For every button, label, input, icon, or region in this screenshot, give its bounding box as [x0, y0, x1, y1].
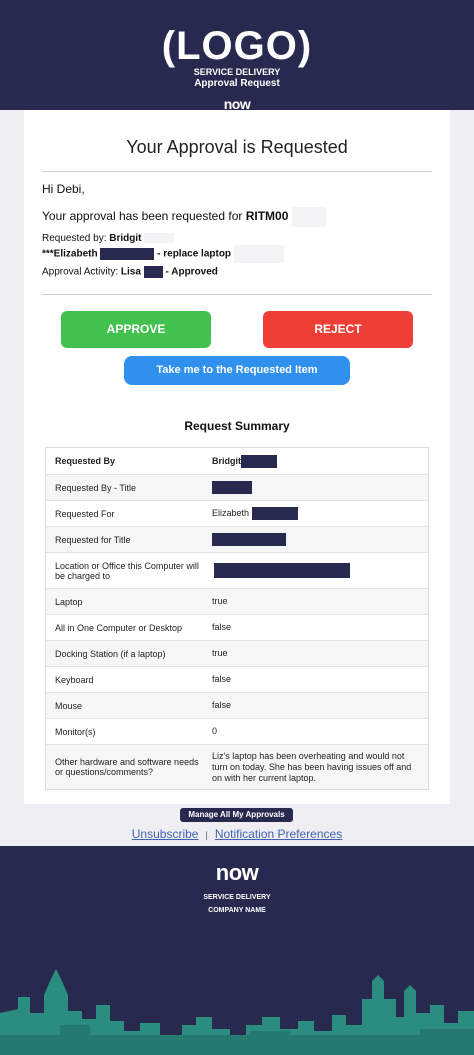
link-separator: |: [205, 830, 208, 840]
item-prefix: ***Elizabeth: [42, 248, 98, 260]
table-row: Keyboard false: [46, 666, 428, 692]
activity-status: - Approved: [162, 266, 218, 278]
ritm-number: RITM00: [245, 209, 289, 224]
requested-by-redaction: [144, 233, 175, 244]
details-divider: [42, 294, 432, 295]
unsubscribe-link[interactable]: Unsubscribe: [132, 827, 199, 841]
table-row: Monitor(s) 0: [46, 718, 428, 744]
card-title: Your Approval is Requested: [126, 137, 348, 157]
row-value: Bridgit: [212, 455, 241, 466]
city-skyline-illustration: [0, 969, 474, 1055]
request-summary-table: Requested By Bridgit Requested By - Titl…: [45, 447, 429, 790]
item-ghost: [233, 245, 284, 263]
row-value-cell: [205, 475, 428, 500]
activity-line: Approval Activity: Lisa - Approved: [42, 266, 218, 278]
requested-by-line: Requested by: Bridgit: [42, 233, 175, 244]
header-service-delivery: SERVICE DELIVERY: [193, 67, 281, 77]
row-value: true: [212, 648, 228, 658]
value-redaction: [214, 563, 350, 578]
table-row: Location or Office this Computer will be…: [46, 552, 428, 588]
row-label: Requested By: [55, 456, 116, 466]
table-row: Other hardware and software needs or que…: [46, 744, 428, 789]
notification-preferences-link[interactable]: Notification Preferences: [215, 827, 342, 841]
item-suffix: - replace laptop: [154, 248, 232, 260]
row-label: Other hardware and software needs or que…: [55, 757, 199, 777]
row-label: Laptop: [55, 596, 83, 607]
row-value-cell: Bridgit: [205, 448, 428, 474]
row-label: Monitor(s): [55, 726, 96, 737]
row-value: false: [212, 700, 232, 710]
activity-label: Approval Activity:: [42, 266, 121, 278]
reject-button[interactable]: REJECT: [263, 311, 413, 348]
row-label: Requested For: [55, 508, 115, 519]
row-label: Requested By - Title: [55, 482, 137, 493]
requested-by-name: Bridgit: [109, 233, 142, 244]
request-summary-title: Request Summary: [184, 419, 290, 433]
row-label: Docking Station (if a laptop): [55, 648, 166, 659]
approve-button[interactable]: APPROVE: [61, 311, 211, 348]
row-value-cell: [205, 553, 428, 588]
item-redaction: [100, 248, 155, 260]
approval-intro-text: Your approval has been requested for: [42, 209, 246, 224]
table-row: All in One Computer or Desktop false: [46, 614, 428, 640]
table-row: Requested For Elizabeth: [46, 500, 428, 526]
view-requested-item-button[interactable]: Take me to the Requested Item: [124, 356, 350, 385]
table-row: Mouse false: [46, 692, 428, 718]
value-redaction: [212, 481, 252, 494]
email-header: (LOGO) SERVICE DELIVERY Approval Request…: [0, 0, 474, 112]
table-row: Laptop true: [46, 588, 428, 614]
manage-approvals-link[interactable]: Manage All My Approvals: [180, 808, 293, 822]
email-footer: now SERVICE DELIVERY COMPANY NAME: [0, 846, 474, 1055]
row-value: Liz's laptop has been overheating and wo…: [212, 750, 412, 783]
title-divider: [42, 171, 432, 172]
row-value: false: [212, 674, 232, 684]
table-row: Docking Station (if a laptop) true: [46, 640, 428, 666]
row-label: All in One Computer or Desktop: [55, 622, 183, 633]
item-line: ***Elizabeth - replace laptop: [42, 245, 284, 263]
row-label: Mouse: [55, 700, 83, 711]
value-redaction: [212, 533, 286, 546]
activity-redaction: [143, 266, 163, 278]
logo-placeholder: (LOGO): [161, 24, 313, 68]
approval-card: Your Approval is Requested Hi Debi, Your…: [24, 110, 450, 804]
approval-intro: Your approval has been requested for RIT…: [42, 207, 326, 227]
row-label: Requested for Title: [55, 534, 131, 545]
row-label: Location or Office this Computer will be…: [55, 560, 199, 581]
value-redaction: [251, 507, 298, 520]
footer-company-name: COMPANY NAME: [208, 907, 266, 914]
row-value-cell: Elizabeth: [205, 501, 428, 526]
value-redaction: [241, 454, 277, 468]
row-value: false: [212, 622, 232, 632]
requested-by-label: Requested by:: [42, 233, 110, 244]
now-logo: now: [215, 860, 259, 885]
row-value: 0: [212, 726, 218, 736]
table-row: Requested By - Title: [46, 474, 428, 500]
header-approval-request: Approval Request: [194, 78, 280, 89]
activity-name: Lisa: [120, 266, 141, 278]
footer-service-delivery: SERVICE DELIVERY: [203, 894, 271, 901]
greeting: Hi Debi,: [42, 182, 85, 196]
ritm-redaction: [291, 207, 326, 227]
table-row: Requested for Title: [46, 526, 428, 552]
row-value: true: [212, 596, 228, 606]
row-value-cell: [205, 527, 428, 552]
table-row: Requested By Bridgit: [46, 448, 428, 474]
row-value: Elizabeth: [212, 508, 250, 518]
footer-links: Unsubscribe | Notification Preferences: [0, 827, 474, 841]
row-label: Keyboard: [55, 674, 94, 685]
